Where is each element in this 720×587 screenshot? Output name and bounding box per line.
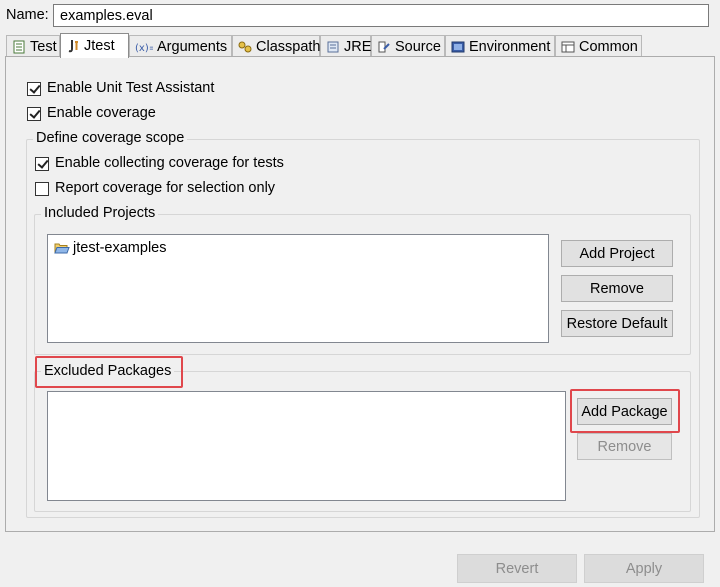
test-icon <box>12 40 26 54</box>
common-icon <box>561 40 575 54</box>
list-item-label: jtest-examples <box>73 240 167 256</box>
tab-source[interactable]: Source <box>371 35 445 57</box>
open-folder-icon <box>54 241 70 255</box>
tab-jtest[interactable]: Jtest <box>60 33 129 58</box>
tab-environment[interactable]: Environment <box>445 35 555 57</box>
jtest-tab-panel: Enable Unit Test Assistant Enable covera… <box>5 56 715 532</box>
selection-only-checkbox[interactable] <box>35 182 49 196</box>
tab-label: JRE <box>344 38 372 55</box>
remove-package-button[interactable]: Remove <box>577 433 672 460</box>
tab-label: Test <box>30 38 57 55</box>
arguments-icon: (x)= <box>135 40 157 54</box>
included-projects-title: Included Projects <box>41 205 159 221</box>
included-projects-list[interactable]: jtest-examples <box>47 234 549 343</box>
add-project-button[interactable]: Add Project <box>561 240 673 267</box>
name-field[interactable] <box>53 4 709 27</box>
collect-coverage-checkbox[interactable] <box>35 157 49 171</box>
enable-coverage-checkbox[interactable] <box>27 107 41 121</box>
unit-test-assistant-checkbox[interactable] <box>27 82 41 96</box>
classpath-icon <box>238 40 252 54</box>
enable-coverage-label: Enable coverage <box>47 105 156 121</box>
tab-label: Classpath <box>256 38 321 55</box>
source-icon <box>377 40 391 54</box>
tab-label: Source <box>395 38 441 55</box>
tab-jre[interactable]: JRE <box>320 35 371 57</box>
excluded-packages-highlight <box>35 356 183 388</box>
tab-bar: Test Jtest (x)= Arguments Classpath JRE … <box>6 33 714 58</box>
unit-test-assistant-label: Enable Unit Test Assistant <box>47 80 215 96</box>
tab-arguments[interactable]: (x)= Arguments <box>129 35 232 57</box>
tab-label: Common <box>579 38 638 55</box>
tab-label: Jtest <box>84 38 115 54</box>
environment-icon <box>451 40 465 54</box>
jre-icon <box>326 40 340 54</box>
selection-only-label: Report coverage for selection only <box>55 180 276 196</box>
revert-button[interactable]: Revert <box>457 554 577 583</box>
tab-test[interactable]: Test <box>6 35 60 57</box>
remove-project-button[interactable]: Remove <box>561 275 673 302</box>
tab-common[interactable]: Common <box>555 35 642 57</box>
tab-classpath[interactable]: Classpath <box>232 35 320 57</box>
apply-button[interactable]: Apply <box>584 554 704 583</box>
collect-coverage-label: Enable collecting coverage for tests <box>55 155 284 171</box>
coverage-scope-title: Define coverage scope <box>33 130 188 146</box>
list-item[interactable]: jtest-examples <box>54 240 166 256</box>
name-label: Name: <box>6 7 49 23</box>
excluded-packages-list[interactable] <box>47 391 566 501</box>
add-package-highlight <box>570 389 680 433</box>
svg-text:(x)=: (x)= <box>135 43 153 54</box>
tab-label: Environment <box>469 38 551 55</box>
restore-default-button[interactable]: Restore Default <box>561 310 673 337</box>
tab-label: Arguments <box>157 38 228 55</box>
jtest-icon <box>66 39 80 53</box>
